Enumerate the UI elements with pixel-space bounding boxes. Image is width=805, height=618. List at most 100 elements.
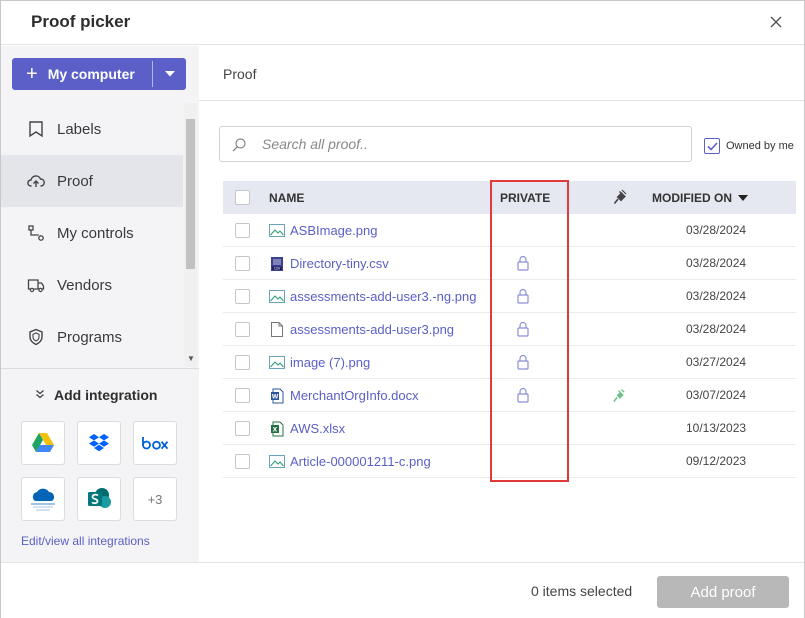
dialog-footer: 0 items selected Add proof	[1, 562, 804, 618]
file-name: Directory-tiny.csv	[290, 256, 389, 271]
sidebar-nav: Labels Proof My controls Vendors Program…	[1, 103, 183, 367]
table-row[interactable]: Article-000001211-c.png 09/12/2023	[223, 445, 796, 478]
add-integration-label: Add integration	[54, 387, 158, 403]
check-icon	[706, 141, 718, 151]
lock-icon	[517, 288, 529, 307]
select-all-checkbox[interactable]	[235, 190, 250, 205]
row-checkbox[interactable]	[235, 256, 250, 271]
row-checkbox[interactable]	[235, 421, 250, 436]
integrations-panel: Add integration +3 Edit/view all integra…	[1, 368, 199, 562]
document-file-icon	[269, 322, 285, 337]
row-checkbox[interactable]	[235, 223, 250, 238]
items-selected-count: 0 items selected	[531, 583, 633, 599]
row-checkbox[interactable]	[235, 454, 250, 469]
file-link[interactable]: assessments-add-user3.-ng.png	[269, 289, 476, 304]
file-link[interactable]: CSV Directory-tiny.csv	[269, 256, 389, 271]
sidebar-item-label: Vendors	[57, 276, 113, 294]
sidebar-item-label: Labels	[57, 120, 102, 138]
dialog-title: Proof picker	[31, 12, 131, 31]
sidebar-item-my-controls[interactable]: My controls	[1, 207, 183, 259]
sidebar: + My computer Labels Proof My controls V…	[1, 46, 199, 562]
modified-date: 10/13/2023	[686, 421, 747, 435]
table-row[interactable]: image (7).png 03/27/2024	[223, 346, 796, 379]
search-input[interactable]	[262, 133, 682, 155]
more-integrations-tile[interactable]: +3	[133, 477, 177, 521]
owned-by-me-filter[interactable]: Owned by me	[704, 138, 794, 154]
onedrive-tile[interactable]	[21, 477, 65, 521]
shield-icon	[27, 328, 45, 346]
scroll-down-arrow-icon[interactable]: ▼	[187, 355, 195, 363]
row-checkbox[interactable]	[235, 289, 250, 304]
table-row[interactable]: CSV Directory-tiny.csv 03/28/2024	[223, 247, 796, 280]
proof-table: NAME PRIVATE MODIFIED ON ASBImage.png 03…	[223, 181, 796, 478]
lock-icon	[517, 354, 529, 373]
file-link[interactable]: image (7).png	[269, 355, 370, 370]
modified-date: 03/28/2024	[686, 223, 747, 237]
file-link[interactable]: Article-000001211-c.png	[269, 454, 431, 469]
dropbox-tile[interactable]	[77, 421, 121, 465]
table-row[interactable]: assessments-add-user3.-ng.png 03/28/2024	[223, 280, 796, 313]
sidebar-item-label: My controls	[57, 224, 134, 242]
search-box[interactable]	[219, 126, 692, 162]
search-icon	[231, 137, 247, 156]
add-from-split-button: + My computer	[12, 58, 186, 90]
file-name: Article-000001211-c.png	[290, 454, 431, 469]
table-row[interactable]: ASBImage.png 03/28/2024	[223, 214, 796, 247]
double-chevron-down-icon	[35, 389, 45, 402]
table-row[interactable]: W MerchantOrgInfo.docx 03/07/2024	[223, 379, 796, 412]
breadcrumb: Proof	[223, 66, 257, 82]
add-integration-toggle[interactable]: Add integration	[35, 387, 157, 403]
edit-view-integrations-link[interactable]: Edit/view all integrations	[21, 534, 150, 548]
dialog-header: Proof picker	[1, 1, 804, 45]
lock-icon	[517, 387, 529, 406]
close-icon[interactable]	[768, 14, 784, 30]
sidebar-item-labels[interactable]: Labels	[1, 103, 183, 155]
table-header: NAME PRIVATE MODIFIED ON	[223, 181, 796, 214]
lock-icon	[517, 255, 529, 274]
row-checkbox[interactable]	[235, 355, 250, 370]
modified-date: 03/28/2024	[686, 322, 747, 336]
file-name: ASBImage.png	[290, 223, 378, 238]
lock-icon	[517, 321, 529, 340]
file-link[interactable]: W MerchantOrgInfo.docx	[269, 388, 419, 403]
file-name: MerchantOrgInfo.docx	[290, 388, 419, 403]
file-name: AWS.xlsx	[290, 421, 346, 436]
file-name: assessments-add-user3.png	[290, 322, 455, 337]
chevron-down-icon[interactable]	[153, 58, 186, 90]
column-name-header[interactable]: NAME	[269, 191, 304, 205]
table-row[interactable]: X AWS.xlsx 10/13/2023	[223, 412, 796, 445]
row-checkbox[interactable]	[235, 322, 250, 337]
sidebar-item-programs[interactable]: Programs	[1, 311, 183, 363]
row-checkbox[interactable]	[235, 388, 250, 403]
onedrive-icon	[31, 488, 55, 511]
sidebar-item-proof[interactable]: Proof	[1, 155, 183, 207]
owned-by-me-checkbox[interactable]	[704, 138, 720, 154]
file-name: assessments-add-user3.-ng.png	[290, 289, 477, 304]
my-computer-button[interactable]: + My computer	[12, 58, 152, 90]
sidebar-item-vendors[interactable]: Vendors	[1, 259, 183, 311]
scroll-thumb[interactable]	[186, 119, 195, 269]
column-modified-header[interactable]: MODIFIED ON	[652, 191, 749, 205]
sharepoint-tile[interactable]	[77, 477, 121, 521]
google-drive-tile[interactable]	[21, 421, 65, 465]
sidebar-scrollbar[interactable]: ▼	[184, 103, 197, 367]
file-link[interactable]: assessments-add-user3.png	[269, 322, 454, 337]
table-row[interactable]: assessments-add-user3.png 03/28/2024	[223, 313, 796, 346]
column-private-header[interactable]: PRIVATE	[500, 191, 550, 205]
proof-picker-dialog: Proof picker + My computer Labels Proof …	[0, 0, 805, 618]
owned-by-me-label: Owned by me	[726, 140, 794, 152]
modified-date: 03/07/2024	[686, 388, 747, 402]
add-proof-button[interactable]: Add proof	[657, 576, 789, 608]
my-computer-label: My computer	[47, 66, 135, 82]
box-tile[interactable]	[133, 421, 177, 465]
plug-column-icon	[613, 189, 627, 208]
more-integrations-count: +3	[147, 491, 163, 507]
svg-text:CSV: CSV	[274, 266, 281, 270]
image-file-icon	[269, 355, 285, 370]
file-link[interactable]: X AWS.xlsx	[269, 421, 345, 436]
modified-date: 03/27/2024	[686, 355, 747, 369]
modified-date: 03/28/2024	[686, 289, 747, 303]
google-drive-icon	[32, 433, 54, 452]
file-link[interactable]: ASBImage.png	[269, 223, 377, 238]
svg-text:W: W	[272, 393, 279, 400]
